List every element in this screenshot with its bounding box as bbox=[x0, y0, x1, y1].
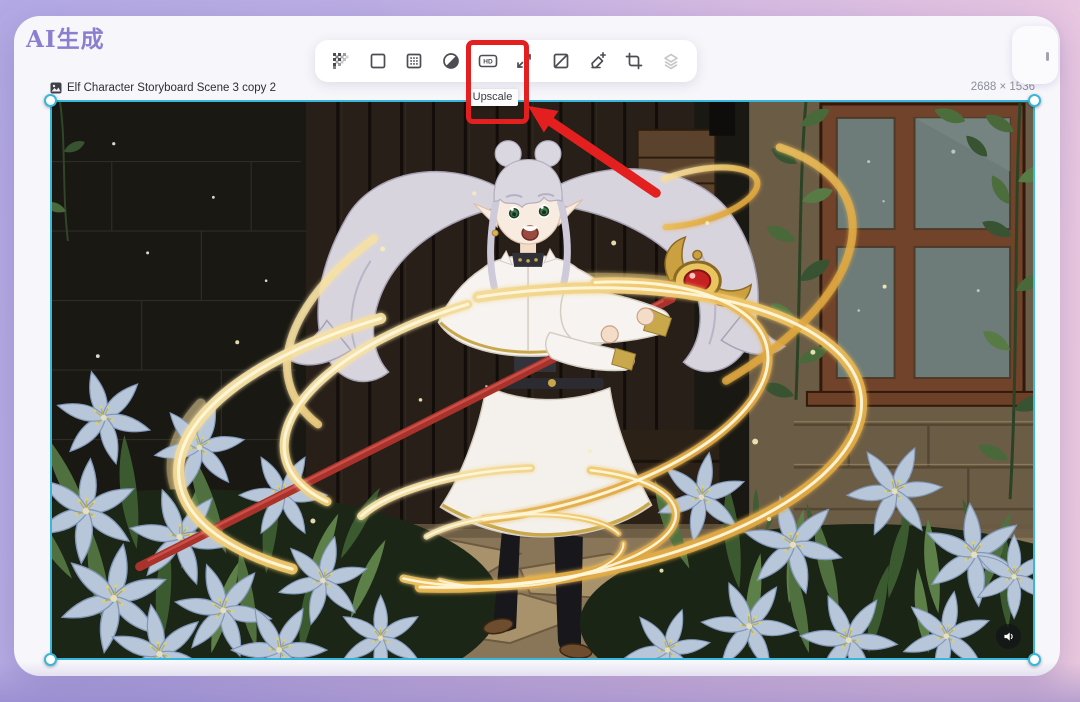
image-title-row: Elf Character Storyboard Scene 3 copy 2 bbox=[50, 80, 276, 96]
frame-tool-button[interactable] bbox=[364, 47, 392, 75]
grip-icon bbox=[1046, 52, 1049, 61]
expand-tool-button[interactable] bbox=[510, 47, 538, 75]
pattern-tool-button[interactable] bbox=[400, 47, 428, 75]
artwork-scene bbox=[52, 102, 1033, 658]
image-slash-icon bbox=[553, 53, 569, 69]
crop-tool-button[interactable] bbox=[620, 47, 648, 75]
dither-pattern-icon bbox=[333, 53, 349, 69]
selection-handle-top-right[interactable] bbox=[1028, 94, 1041, 107]
transparency-tool-button[interactable] bbox=[327, 47, 355, 75]
selection-handle-bottom-right[interactable] bbox=[1028, 653, 1041, 666]
magic-eraser-tool-button[interactable] bbox=[584, 47, 612, 75]
floating-toolbar: HD bbox=[315, 40, 697, 82]
speaker-icon bbox=[1004, 632, 1013, 641]
magic-eraser-icon bbox=[590, 51, 606, 69]
svg-text:HD: HD bbox=[483, 59, 493, 66]
canvas-image[interactable] bbox=[44, 94, 1041, 666]
selection-handle-bottom-left[interactable] bbox=[44, 653, 57, 666]
contrast-icon bbox=[443, 53, 459, 69]
crop-icon bbox=[625, 52, 643, 70]
upscale-tooltip: Upscale bbox=[467, 89, 518, 106]
side-panel-handle[interactable] bbox=[1012, 26, 1058, 84]
expand-arrows-icon bbox=[517, 54, 532, 68]
hd-badge-icon: HD bbox=[478, 54, 497, 68]
upscale-tool-button[interactable]: HD bbox=[474, 47, 502, 75]
image-thumbnail-icon bbox=[50, 82, 62, 94]
layers-icon bbox=[664, 53, 678, 70]
replace-image-tool-button[interactable] bbox=[547, 47, 575, 75]
image-title-label: Elf Character Storyboard Scene 3 copy 2 bbox=[67, 82, 277, 94]
adjust-tool-button[interactable] bbox=[437, 47, 465, 75]
layers-tool-button bbox=[657, 47, 685, 75]
grid-square-icon bbox=[406, 53, 422, 69]
image-dimensions-label: 2688 × 1536 bbox=[970, 81, 1035, 93]
square-outline-icon bbox=[370, 53, 386, 69]
sound-button[interactable] bbox=[996, 624, 1021, 649]
page-title: AI生成 bbox=[26, 26, 105, 53]
